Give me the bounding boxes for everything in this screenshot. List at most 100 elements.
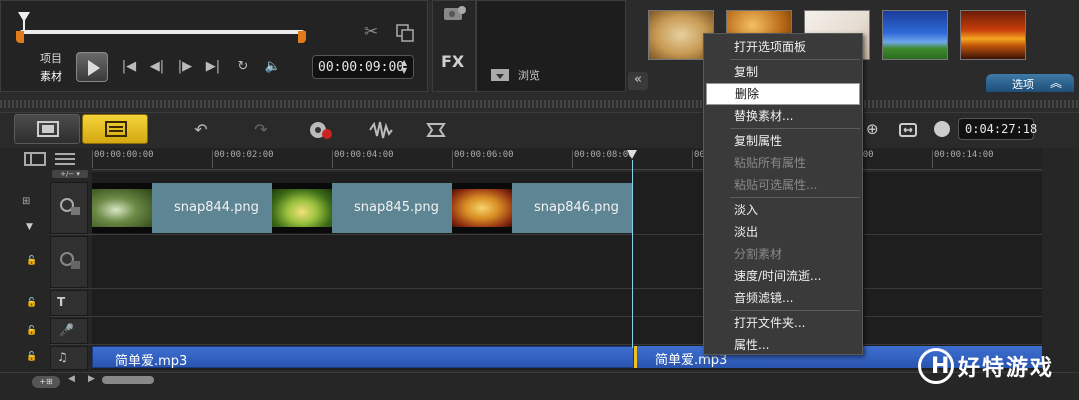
title-track-icon[interactable]: T: [57, 295, 65, 309]
ruler-tick: [212, 150, 213, 168]
clip-mode-label[interactable]: 素材: [40, 68, 62, 84]
next-frame-icon[interactable]: |▶: [174, 58, 196, 76]
timeline-playhead-handle[interactable]: [627, 150, 637, 159]
end-icon[interactable]: ▶|: [202, 58, 224, 76]
overlay-track-header: [50, 236, 88, 288]
track-divider: [50, 288, 1042, 289]
timeline-view-icon: [105, 121, 127, 137]
undo-icon[interactable]: ↶: [190, 120, 212, 140]
track-visibility-icon[interactable]: ⊞: [22, 196, 42, 208]
track-divider: [50, 316, 1042, 317]
trim-end-handle[interactable]: [298, 31, 306, 43]
home-icon[interactable]: |◀: [118, 58, 140, 76]
repeat-icon[interactable]: ↻: [232, 58, 254, 76]
clip-thumbnail[interactable]: [92, 183, 152, 233]
microphone-icon[interactable]: 🎤: [59, 323, 74, 337]
collapse-library-button[interactable]: «: [628, 72, 648, 90]
watermark-logo: H: [918, 348, 954, 384]
ruler-time-label: 00:00:04:00: [334, 150, 394, 160]
add-track-button[interactable]: +⊞: [32, 376, 60, 388]
ruler-tick: [932, 150, 933, 168]
storyboard-view-button[interactable]: [14, 114, 80, 144]
chevron-up-icon: ︽: [1050, 76, 1063, 90]
track-manager-icon[interactable]: [24, 152, 46, 166]
lock-icon[interactable]: 🔓: [26, 326, 37, 336]
overlay-track-icon[interactable]: [59, 251, 81, 271]
context-menu-item[interactable]: 复制属性: [704, 130, 862, 152]
menu-separator: [730, 310, 860, 311]
scroll-right-icon[interactable]: ▶: [88, 374, 95, 384]
fit-to-window-icon[interactable]: [898, 120, 918, 140]
timecode-spinner-icon[interactable]: ▲ ▼: [401, 59, 407, 75]
scissors-icon[interactable]: ✂: [364, 22, 384, 42]
clip-label: snap844.png: [174, 200, 259, 215]
context-menu-item[interactable]: 替换素材...: [704, 105, 862, 127]
context-menu-item[interactable]: 速度/时间流逝...: [704, 265, 862, 287]
video-clip[interactable]: snap845.png: [332, 183, 452, 233]
options-tab[interactable]: 选项 ︽: [986, 74, 1074, 92]
context-menu-item[interactable]: 淡出: [704, 221, 862, 243]
timecode-field[interactable]: 00:00:09:00 ▲ ▼: [312, 55, 414, 79]
timeline-playhead-line: [632, 160, 633, 348]
chevron-down-icon[interactable]: ▼: [26, 222, 33, 232]
play-button[interactable]: [76, 52, 108, 82]
project-mode-label[interactable]: 项目: [40, 50, 62, 66]
context-menu-item[interactable]: 音频滤镜...: [704, 287, 862, 309]
timecode-value: 00:00:09:00: [318, 60, 405, 75]
voice-track-header: 🎤: [50, 318, 88, 344]
previous-frame-icon[interactable]: ◀|: [146, 58, 168, 76]
context-menu-item[interactable]: 淡入: [704, 199, 862, 221]
scrubber-handle[interactable]: [18, 12, 30, 22]
record-capture-icon[interactable]: [308, 120, 334, 140]
video-clip[interactable]: snap846.png: [512, 183, 632, 233]
browse-folder-icon[interactable]: [490, 66, 510, 82]
clip-thumbnail[interactable]: [272, 183, 332, 233]
film-strip-icon: [37, 121, 59, 137]
redo-icon[interactable]: ↷: [250, 120, 272, 140]
track-options-dropdown[interactable]: +/− ▾: [52, 170, 88, 178]
library-thumbnail[interactable]: [960, 10, 1026, 60]
fx-category-button[interactable]: FX: [441, 52, 464, 71]
audio-clip[interactable]: 简单爱.mp3: [92, 346, 634, 369]
context-menu-item: 分割素材: [734, 247, 783, 261]
menu-separator: [730, 197, 860, 198]
watermark-text: 好特游戏: [958, 356, 1055, 381]
lock-icon[interactable]: 🔓: [26, 352, 37, 362]
ruler-tick: [92, 150, 93, 168]
browse-label[interactable]: 浏览: [518, 67, 540, 83]
ruler-time-label: 00:00:08:00: [574, 150, 634, 160]
ruler-time-label: 00:00:14:00: [934, 150, 994, 160]
ruler-time-label: 00:00:02:00: [214, 150, 274, 160]
music-note-icon[interactable]: ♫: [57, 350, 68, 364]
context-menu-item[interactable]: 删除: [706, 83, 860, 105]
panel-resize-grip[interactable]: [0, 100, 1079, 108]
video-clip[interactable]: snap844.png: [152, 183, 272, 233]
clip-thumbnail[interactable]: [452, 183, 512, 233]
library-thumbnail[interactable]: [882, 10, 948, 60]
lock-icon[interactable]: 🔓: [26, 256, 37, 266]
scroll-left-icon[interactable]: ◀: [68, 374, 75, 384]
context-menu-item[interactable]: 打开文件夹...: [704, 312, 862, 334]
list-view-icon[interactable]: [54, 152, 76, 166]
horizontal-scrollbar-thumb[interactable]: [102, 376, 154, 384]
timeline-view-button[interactable]: [82, 114, 148, 144]
volume-icon[interactable]: 🔈: [262, 58, 284, 76]
ruler-tick: [572, 150, 573, 168]
video-track-icon[interactable]: [59, 197, 81, 217]
auto-music-icon[interactable]: [424, 120, 448, 140]
sound-mixer-icon[interactable]: [368, 120, 394, 140]
save-trimmed-icon[interactable]: [396, 24, 414, 42]
media-camera-icon[interactable]: [442, 4, 468, 22]
context-menu-item[interactable]: 打开选项面板: [704, 36, 862, 58]
clip-context-menu: 打开选项面板 复制 删除 替换素材... 复制属性 粘贴所有属性 粘贴可选属性... 淡入 淡出…: [703, 33, 863, 355]
lock-icon[interactable]: 🔓: [26, 298, 37, 308]
options-label: 选项: [1012, 78, 1034, 91]
zoom-in-icon[interactable]: ⊕: [866, 120, 886, 140]
scrub-bar[interactable]: [20, 30, 304, 34]
clock-icon: [934, 121, 950, 137]
context-menu-item[interactable]: 复制: [704, 61, 862, 83]
trim-start-handle[interactable]: [16, 31, 24, 43]
context-menu-item[interactable]: 属性...: [704, 334, 862, 356]
vertical-scroll-rail[interactable]: [1042, 148, 1079, 372]
context-menu-item: 粘贴可选属性...: [734, 178, 818, 192]
